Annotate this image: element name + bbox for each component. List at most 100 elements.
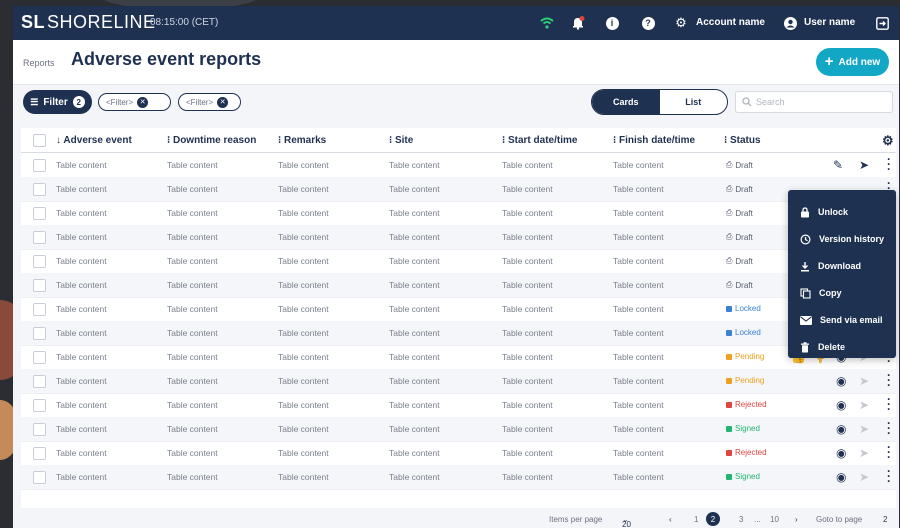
column-header[interactable]: ⁝ Finish date/time	[613, 135, 695, 146]
row-checkbox[interactable]	[33, 159, 46, 172]
table-row[interactable]: Table content Table content Table content T…	[21, 297, 896, 322]
row-checkbox[interactable]	[33, 279, 46, 292]
kebab-icon[interactable]: ···	[887, 441, 891, 463]
table-row[interactable]: Table content Table content Table content T…	[21, 153, 896, 178]
column-header[interactable]: ⁝ Remarks	[278, 135, 326, 146]
account-name[interactable]: Account name	[696, 17, 765, 28]
row-checkbox[interactable]	[33, 471, 46, 484]
column-header[interactable]: ⁝ Site	[389, 135, 413, 146]
info-icon[interactable]: i	[604, 15, 620, 31]
goto-page-input[interactable]: 2	[883, 515, 887, 524]
close-icon[interactable]: ✕	[137, 96, 149, 108]
row-checkbox[interactable]	[33, 183, 46, 196]
filter-chip-label: <Filter>	[186, 97, 214, 107]
kebab-icon[interactable]: ···	[887, 153, 891, 175]
row-checkbox[interactable]	[33, 447, 46, 460]
user-icon[interactable]	[782, 15, 798, 31]
menu-item-delete[interactable]: Delete	[788, 335, 896, 359]
search-input[interactable]: Search	[735, 91, 893, 113]
menu-item-download[interactable]: Download	[788, 254, 896, 278]
row-checkbox[interactable]	[33, 207, 46, 220]
table-row[interactable]: Table content Table content Table content T…	[21, 321, 896, 346]
bell-icon[interactable]	[570, 15, 586, 31]
eye-icon[interactable]: ◉	[836, 446, 846, 460]
help-icon[interactable]: ?	[640, 15, 656, 31]
kebab-icon[interactable]: ···	[887, 393, 891, 415]
send-icon[interactable]: ➤	[859, 158, 869, 172]
menu-item-copy[interactable]: Copy	[788, 281, 896, 305]
table-cell: Table content	[502, 424, 553, 434]
status-badge: ⎙ Draft	[726, 184, 753, 194]
send-icon[interactable]: ➤	[859, 470, 869, 484]
table-cell: Table content	[389, 376, 440, 386]
eye-icon[interactable]: ◉	[836, 422, 846, 436]
draft-icon: ⎙	[726, 256, 733, 265]
table-row[interactable]: Table content Table content Table content T…	[21, 225, 896, 250]
column-header[interactable]: ⁝ Status	[724, 135, 761, 146]
table-cell: Table content	[167, 232, 218, 242]
filter-chip[interactable]: <Filter> ✕	[178, 93, 241, 111]
row-checkbox[interactable]	[33, 375, 46, 388]
logout-icon[interactable]	[874, 15, 890, 31]
kebab-icon[interactable]: ···	[887, 465, 891, 487]
cards-view-button[interactable]: Cards	[592, 90, 660, 114]
menu-item-send-via-email[interactable]: Send via email	[788, 308, 896, 332]
eye-icon[interactable]: ◉	[836, 398, 846, 412]
filter-chip[interactable]: <Filter> ✕	[98, 93, 171, 111]
menu-item-version-history[interactable]: Version history	[788, 227, 896, 251]
items-per-page-select[interactable]: 20 ⌄	[622, 515, 631, 528]
gear-icon[interactable]: ⚙	[882, 133, 894, 149]
prev-page-icon[interactable]: ‹	[669, 515, 672, 524]
table-cell: Table content	[167, 160, 218, 170]
page-link-current[interactable]: 2	[706, 512, 720, 526]
table-row[interactable]: Table content Table content Table content T…	[21, 417, 896, 442]
table-row[interactable]: Table content Table content Table content T…	[21, 345, 896, 370]
user-name[interactable]: User name	[804, 17, 855, 28]
row-checkbox[interactable]	[33, 231, 46, 244]
row-checkbox[interactable]	[33, 327, 46, 340]
row-checkbox[interactable]	[33, 423, 46, 436]
send-icon[interactable]: ➤	[859, 374, 869, 388]
table-row[interactable]: Table content Table content Table content T…	[21, 201, 896, 226]
select-all-checkbox[interactable]	[33, 134, 46, 147]
eye-icon[interactable]: ◉	[836, 374, 846, 388]
table-cell: Table content	[389, 448, 440, 458]
view-toggle: Cards List	[591, 89, 728, 115]
table-row[interactable]: Table content Table content Table content T…	[21, 273, 896, 298]
page-link[interactable]: 3	[739, 515, 743, 524]
gear-icon[interactable]: ⚙	[673, 15, 689, 31]
pencil-icon[interactable]: ✎	[833, 158, 843, 172]
table-row[interactable]: Table content Table content Table content T…	[21, 249, 896, 274]
menu-item-unlock[interactable]: Unlock	[788, 200, 896, 224]
kebab-icon[interactable]: ···	[887, 417, 891, 439]
filter-button[interactable]: ☰ Filter 2	[23, 90, 92, 114]
send-icon[interactable]: ➤	[859, 398, 869, 412]
page-link[interactable]: 10	[770, 515, 779, 524]
column-header[interactable]: ⁝ Start date/time	[502, 135, 577, 146]
kebab-icon[interactable]: ···	[887, 369, 891, 391]
page-link[interactable]: 1	[694, 515, 698, 524]
table-row[interactable]: Table content Table content Table content T…	[21, 441, 896, 466]
breadcrumb[interactable]: Reports	[23, 58, 55, 68]
table-row[interactable]: Table content Table content Table content T…	[21, 393, 896, 418]
table-row[interactable]: Table content Table content Table content T…	[21, 369, 896, 394]
table-cell: Table content	[56, 280, 107, 290]
table-row[interactable]: Table content Table content Table content T…	[21, 465, 896, 490]
column-header[interactable]: ↓ Adverse event	[56, 135, 132, 146]
close-icon[interactable]: ✕	[217, 96, 229, 108]
add-new-button[interactable]: + Add new	[816, 48, 889, 76]
next-page-icon[interactable]: ›	[795, 515, 798, 524]
list-view-button[interactable]: List	[660, 90, 728, 114]
row-checkbox[interactable]	[33, 351, 46, 364]
send-icon[interactable]: ➤	[859, 422, 869, 436]
send-icon[interactable]: ➤	[859, 446, 869, 460]
status-badge: Signed	[726, 472, 760, 481]
table-cell: Table content	[56, 160, 107, 170]
table-row[interactable]: Table content Table content Table content T…	[21, 177, 896, 202]
row-checkbox[interactable]	[33, 399, 46, 412]
row-checkbox[interactable]	[33, 255, 46, 268]
eye-icon[interactable]: ◉	[836, 470, 846, 484]
table-cell: Table content	[389, 208, 440, 218]
row-checkbox[interactable]	[33, 303, 46, 316]
column-header[interactable]: ⁝ Downtime reason	[167, 135, 256, 146]
